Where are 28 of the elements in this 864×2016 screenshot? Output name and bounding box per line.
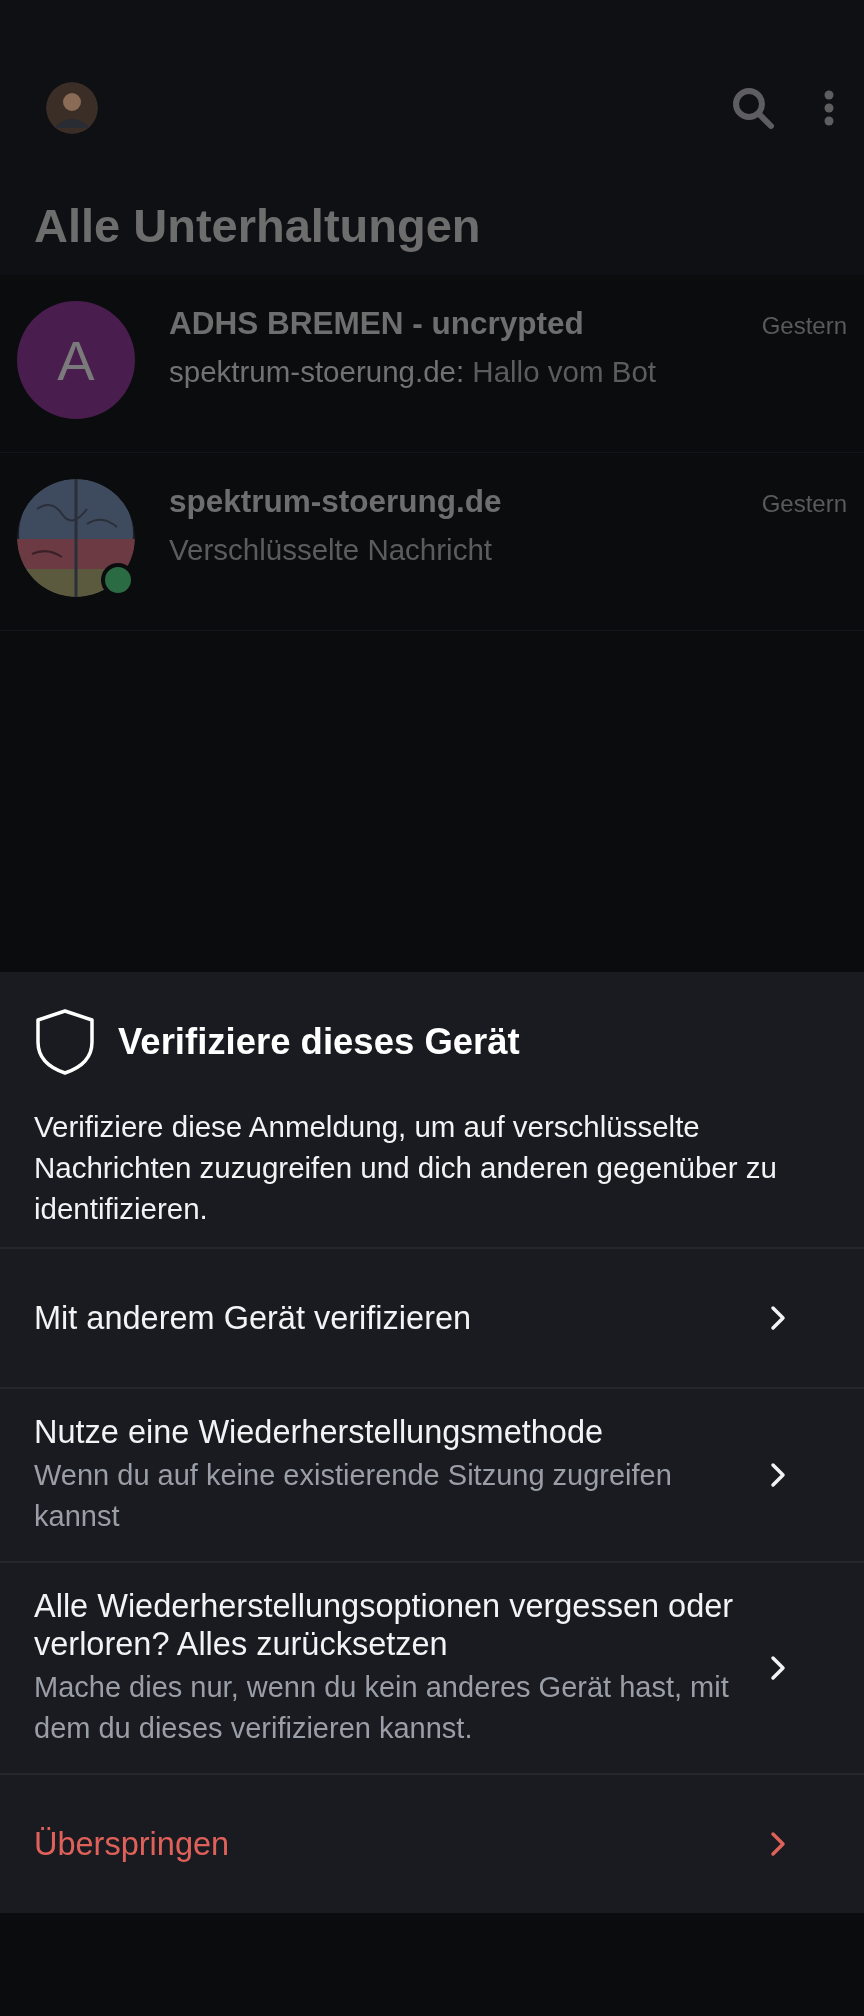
- user-avatar[interactable]: [46, 82, 98, 134]
- chevron-right-icon: [770, 1462, 786, 1488]
- option-title: Überspringen: [34, 1825, 231, 1863]
- option-title: Alle Wiederherstellungsoptionen vergessen oder verloren? Alles zurücksetzen: [34, 1587, 735, 1663]
- timestamp: Gestern: [761, 490, 847, 518]
- timestamp: Gestern: [761, 312, 847, 340]
- sheet-title: Verifiziere dieses Gerät: [118, 1021, 520, 1063]
- message-preview: Verschlüsselte Nachricht: [169, 532, 493, 568]
- chevron-right-icon: [770, 1305, 786, 1331]
- more-menu-icon[interactable]: [824, 90, 834, 126]
- conversation-name: spektrum-stoerung.de: [169, 482, 503, 521]
- sheet-description: Verifiziere diese Anmeldung, um auf verschlüsselte Nachrichten zuzugreifen und dich anderen gegenüber zu identifizieren.: [33, 1109, 778, 1227]
- conversation-name: ADHS BREMEN - uncrypted: [169, 304, 585, 343]
- option-title: Nutze eine Wiederherstellungsmethode: [34, 1413, 605, 1451]
- shield-icon: [34, 1008, 96, 1076]
- option-description: Mache dies nur, wenn du kein anderes Gerät hast, mit dem du dieses verifizieren kannst.: [34, 1670, 730, 1746]
- letter-avatar: A: [17, 301, 135, 419]
- option-item[interactable]: Nutze eine Wiederherstellungsmethode Wenn du auf keine existierende Sitzung zugreifen kannst: [0, 1389, 864, 1561]
- message-preview: spektrum-stoerung.de: Hallo vom Bot: [169, 354, 657, 390]
- option-item[interactable]: Alle Wiederherstellungsoptionen vergessen oder verloren? Alles zurücksetzen Mache dies nur, wenn du kein anderes Gerät hast, mit dem du dieses verifizieren kannst.: [0, 1563, 864, 1773]
- page-title: Alle Unterhaltungen: [33, 198, 482, 254]
- chevron-right-icon: [770, 1655, 786, 1681]
- option-item[interactable]: Mit anderem Gerät verifizieren: [0, 1249, 864, 1387]
- search-icon[interactable]: [730, 85, 776, 131]
- chevron-right-icon: [770, 1831, 786, 1857]
- option-title: Mit anderem Gerät verifizieren: [34, 1299, 473, 1337]
- option-description: Wenn du auf keine existierende Sitzung zugreifen kannst: [34, 1458, 673, 1534]
- option-item[interactable]: Überspringen: [0, 1775, 864, 1913]
